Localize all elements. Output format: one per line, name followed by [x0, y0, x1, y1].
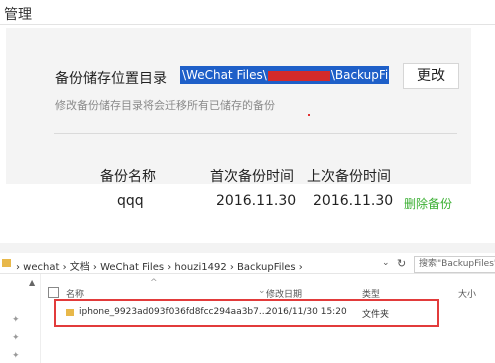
column-size[interactable]: 大小 — [458, 287, 476, 300]
divider — [54, 133, 457, 134]
explorer-window: › wechat › 文档 › WeChat Files › houzi1492… — [0, 243, 495, 363]
pin-icon: ✦ — [12, 315, 20, 325]
highlight-box — [54, 299, 439, 327]
refresh-icon[interactable]: ↻ — [397, 257, 406, 270]
hint-text: 修改备份储存目录将会迁移所有已储存的备份 — [55, 99, 275, 112]
redaction-mark — [267, 70, 330, 81]
backup-name-cell: qqq — [117, 193, 144, 209]
pin-icon: ✦ — [12, 351, 20, 361]
navigation-pane: ✦ ✦ ✦ — [0, 274, 41, 363]
last-backup-cell: 2016.11.30 — [313, 193, 394, 209]
header-backup-name: 备份名称 — [100, 169, 156, 185]
search-input[interactable]: 搜索"BackupFiles" — [414, 256, 495, 273]
first-backup-cell: 2016.11.30 — [216, 193, 297, 209]
cropped-column-header — [0, 243, 495, 253]
breadcrumb[interactable]: › wechat › 文档 › WeChat Files › houzi1492… — [16, 258, 303, 273]
change-button[interactable]: 更改 — [403, 63, 459, 89]
header-last-backup: 上次备份时间 — [307, 169, 391, 185]
select-all-checkbox[interactable] — [48, 287, 59, 298]
header-first-backup: 首次备份时间 — [210, 169, 294, 185]
backup-path-field[interactable]: \WeChat Files\ \BackupFiles\ — [180, 66, 389, 84]
red-dot — [308, 114, 310, 116]
section-title: 管理 — [4, 7, 32, 23]
path-part-2: \BackupFiles\ — [330, 68, 389, 82]
pin-icon: ✦ — [12, 333, 20, 343]
delete-backup-link[interactable]: 删除备份 — [404, 195, 452, 212]
chevron-down-icon[interactable]: ⌄ — [382, 258, 390, 268]
scroll-up-icon[interactable]: ▲ — [29, 278, 35, 287]
address-bar[interactable]: › wechat › 文档 › WeChat Files › houzi1492… — [0, 255, 495, 274]
path-part-1: \WeChat Files\ — [182, 68, 267, 82]
column-separator: ⌄ — [258, 286, 266, 296]
backup-dir-label: 备份储存位置目录 — [55, 71, 167, 87]
title-rule — [0, 24, 495, 25]
sort-caret-icon: ^ — [150, 278, 158, 288]
folder-icon — [2, 259, 11, 267]
